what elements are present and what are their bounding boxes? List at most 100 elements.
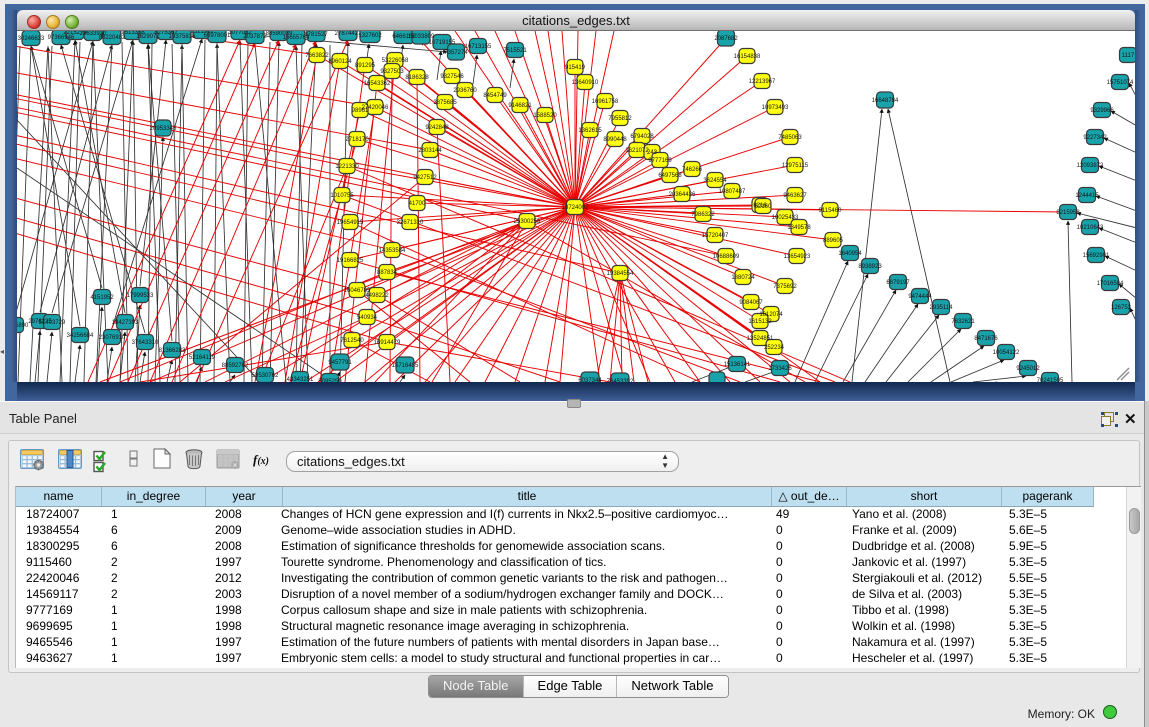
- svg-text:243: 243: [647, 150, 658, 156]
- svg-text:9146821: 9146821: [508, 103, 532, 109]
- svg-text:98961: 98961: [352, 108, 369, 114]
- svg-text:1615132: 1615132: [748, 319, 772, 325]
- svg-text:1640954: 1640954: [838, 251, 862, 257]
- svg-text:9327546: 9327546: [440, 74, 464, 80]
- svg-text:15692901: 15692901: [1083, 253, 1110, 259]
- svg-text:10807487: 10807487: [719, 189, 746, 195]
- svg-text:9245012: 9245012: [1016, 366, 1040, 372]
- svg-text:6497568: 6497568: [658, 173, 682, 179]
- svg-text:16914479: 16914479: [374, 340, 401, 346]
- svg-text:16713155: 16713155: [465, 44, 492, 50]
- svg-text:18724007: 18724007: [562, 205, 589, 211]
- svg-text:18427393: 18427393: [112, 320, 139, 326]
- svg-text:9329966: 9329966: [1090, 108, 1114, 114]
- svg-text:14353584: 14353584: [379, 248, 406, 254]
- svg-text:10688609: 10688609: [713, 254, 740, 260]
- svg-text:7357274: 7357274: [444, 50, 468, 56]
- svg-text:746266: 746266: [682, 167, 703, 173]
- svg-text:19166825: 19166825: [337, 258, 364, 264]
- svg-text:13524851: 13524851: [747, 336, 774, 342]
- svg-text:3624554: 3624554: [703, 178, 727, 184]
- svg-text:81366283: 81366283: [159, 348, 186, 354]
- svg-text:8960124: 8960124: [328, 59, 352, 65]
- svg-text:2037872: 2037872: [243, 34, 267, 40]
- svg-text:540934: 540934: [357, 315, 378, 321]
- svg-text:76453392: 76453392: [607, 379, 634, 382]
- svg-text:9463627: 9463627: [783, 193, 807, 199]
- svg-text:9457791: 9457791: [328, 360, 352, 366]
- svg-text:8186328: 8186328: [405, 75, 429, 81]
- svg-text:2718170: 2718170: [345, 137, 369, 143]
- svg-text:34256684: 34256684: [67, 333, 94, 339]
- svg-text:52164119: 52164119: [189, 355, 216, 361]
- svg-text:1781527: 1781527: [304, 32, 328, 38]
- svg-text:7485063: 7485063: [778, 135, 802, 141]
- svg-text:15136141: 15136141: [724, 362, 751, 368]
- svg-text:23076910: 23076910: [99, 335, 126, 341]
- svg-text:6794028: 6794028: [630, 134, 654, 140]
- svg-text:9327503: 9327503: [380, 69, 404, 75]
- svg-text:252234: 252234: [764, 345, 785, 351]
- svg-text:10973493: 10973493: [762, 105, 789, 111]
- svg-text:9242848: 9242848: [425, 125, 449, 131]
- svg-text:2935114: 2935114: [930, 305, 954, 311]
- svg-text:7955812: 7955812: [608, 116, 632, 122]
- svg-text:17999533: 17999533: [127, 293, 154, 299]
- svg-text:15720407: 15720407: [702, 233, 729, 239]
- svg-text:9777169: 9777169: [648, 158, 672, 164]
- svg-text:19654915: 19654915: [337, 220, 364, 226]
- svg-text:891295: 891295: [355, 63, 376, 69]
- svg-text:10054122: 10054122: [993, 350, 1020, 356]
- svg-text:126753: 126753: [1111, 305, 1132, 311]
- svg-text:3875685: 3875685: [433, 100, 457, 106]
- svg-text:12093872: 12093872: [1077, 163, 1104, 169]
- svg-text:16154838: 16154838: [734, 54, 761, 60]
- svg-text:9474444: 9474444: [908, 294, 932, 300]
- svg-text:1221330: 1221330: [335, 164, 359, 170]
- svg-text:10210643: 10210643: [1077, 225, 1104, 231]
- svg-text:8938923: 8938923: [858, 264, 882, 270]
- svg-text:7986322: 7986322: [691, 212, 715, 218]
- svg-text:2803144: 2803144: [418, 148, 442, 154]
- svg-text:8454749: 8454749: [483, 93, 507, 99]
- svg-text:1880724: 1880724: [731, 275, 755, 281]
- svg-text:12213967: 12213967: [749, 79, 776, 85]
- svg-text:15716485: 15716485: [392, 363, 419, 369]
- svg-text:4498222: 4498222: [365, 293, 389, 299]
- svg-text:16543362: 16543362: [364, 81, 391, 87]
- svg-text:6879197: 6879197: [886, 280, 910, 286]
- svg-text:10025433: 10025433: [772, 215, 799, 221]
- svg-text:8990448: 8990448: [603, 137, 627, 143]
- svg-text:f(x): f(x): [253, 452, 269, 467]
- svg-text:2087682: 2087682: [714, 36, 738, 42]
- svg-text:9115460: 9115460: [819, 208, 843, 214]
- svg-text:1349578: 1349578: [787, 225, 811, 231]
- svg-text:30246633: 30246633: [18, 36, 45, 42]
- svg-text:1588520: 1588520: [533, 113, 557, 119]
- svg-text:9227342: 9227342: [1083, 135, 1107, 141]
- svg-text:7375692: 7375692: [773, 284, 797, 290]
- svg-text:43343251: 43343251: [287, 377, 314, 382]
- svg-text:2936760: 2936760: [453, 88, 477, 94]
- svg-text:1621072: 1621072: [625, 148, 649, 154]
- svg-text:915419: 915419: [565, 65, 586, 71]
- svg-text:4151952: 4151952: [90, 295, 114, 301]
- svg-text:41700: 41700: [409, 201, 426, 207]
- svg-text:66978001: 66978001: [204, 33, 231, 39]
- svg-text:7632621: 7632621: [951, 319, 975, 325]
- svg-text:70241505: 70241505: [1037, 378, 1064, 382]
- svg-text:88592782: 88592782: [222, 363, 249, 369]
- svg-text:889605: 889605: [823, 238, 844, 244]
- svg-text:9427512: 9427512: [413, 175, 437, 181]
- svg-text:58530762: 58530762: [252, 373, 279, 379]
- svg-text:51403729: 51403729: [39, 320, 66, 326]
- svg-text:887834: 887834: [377, 270, 398, 276]
- svg-text:7515521: 7515521: [503, 48, 527, 54]
- svg-text:62160: 62160: [755, 204, 772, 210]
- svg-text:17016504: 17016504: [1097, 281, 1124, 287]
- svg-text:6037344: 6037344: [578, 378, 602, 382]
- svg-text:10719155: 10719155: [429, 40, 456, 46]
- svg-text:13654923: 13654923: [784, 254, 811, 260]
- svg-text:1733426: 1733426: [768, 366, 792, 372]
- svg-text:12975115: 12975115: [782, 163, 809, 169]
